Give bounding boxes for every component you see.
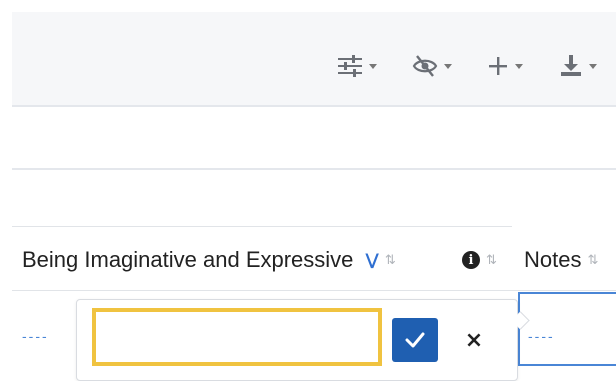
column-header-being-imaginative[interactable]: Being Imaginative and Expressive ⋁ ⇅ <box>22 240 396 280</box>
sliders-icon <box>337 55 363 77</box>
inline-editor-input[interactable] <box>92 308 382 366</box>
download-dropdown[interactable] <box>559 51 597 81</box>
chevron-down-icon <box>444 63 452 69</box>
notes-cell-placeholder[interactable]: ---- <box>528 328 555 344</box>
chevron-down-icon <box>369 63 377 69</box>
add-icon <box>487 55 509 77</box>
divider <box>12 290 616 291</box>
divider <box>12 168 616 170</box>
sort-icon[interactable]: ⇅ <box>385 252 396 268</box>
sort-icon[interactable]: ⇅ <box>587 252 598 268</box>
check-icon <box>405 332 425 348</box>
chevron-down-icon <box>515 63 523 69</box>
double-chevron-down-icon[interactable]: ⋁ <box>365 250 378 270</box>
confirm-button[interactable] <box>392 318 438 362</box>
toolbar <box>12 12 616 107</box>
divider <box>12 226 512 227</box>
cell-placeholder[interactable]: ---- <box>22 328 49 344</box>
hide-columns-dropdown[interactable] <box>412 51 452 81</box>
hide-columns-icon <box>412 54 438 78</box>
column-header-info[interactable]: i ⇅ <box>446 240 497 280</box>
cancel-button[interactable]: × <box>454 318 494 362</box>
download-icon <box>559 54 583 78</box>
column-header-label: Notes <box>524 247 582 272</box>
add-dropdown[interactable] <box>487 51 523 81</box>
column-header-notes[interactable]: Notes ⇅ <box>524 240 598 280</box>
sort-icon[interactable]: ⇅ <box>486 252 497 268</box>
column-settings-dropdown[interactable] <box>337 51 377 81</box>
column-header-label: Being Imaginative and Expressive <box>22 247 354 272</box>
chevron-down-icon <box>589 63 597 69</box>
info-icon[interactable]: i <box>462 251 480 269</box>
